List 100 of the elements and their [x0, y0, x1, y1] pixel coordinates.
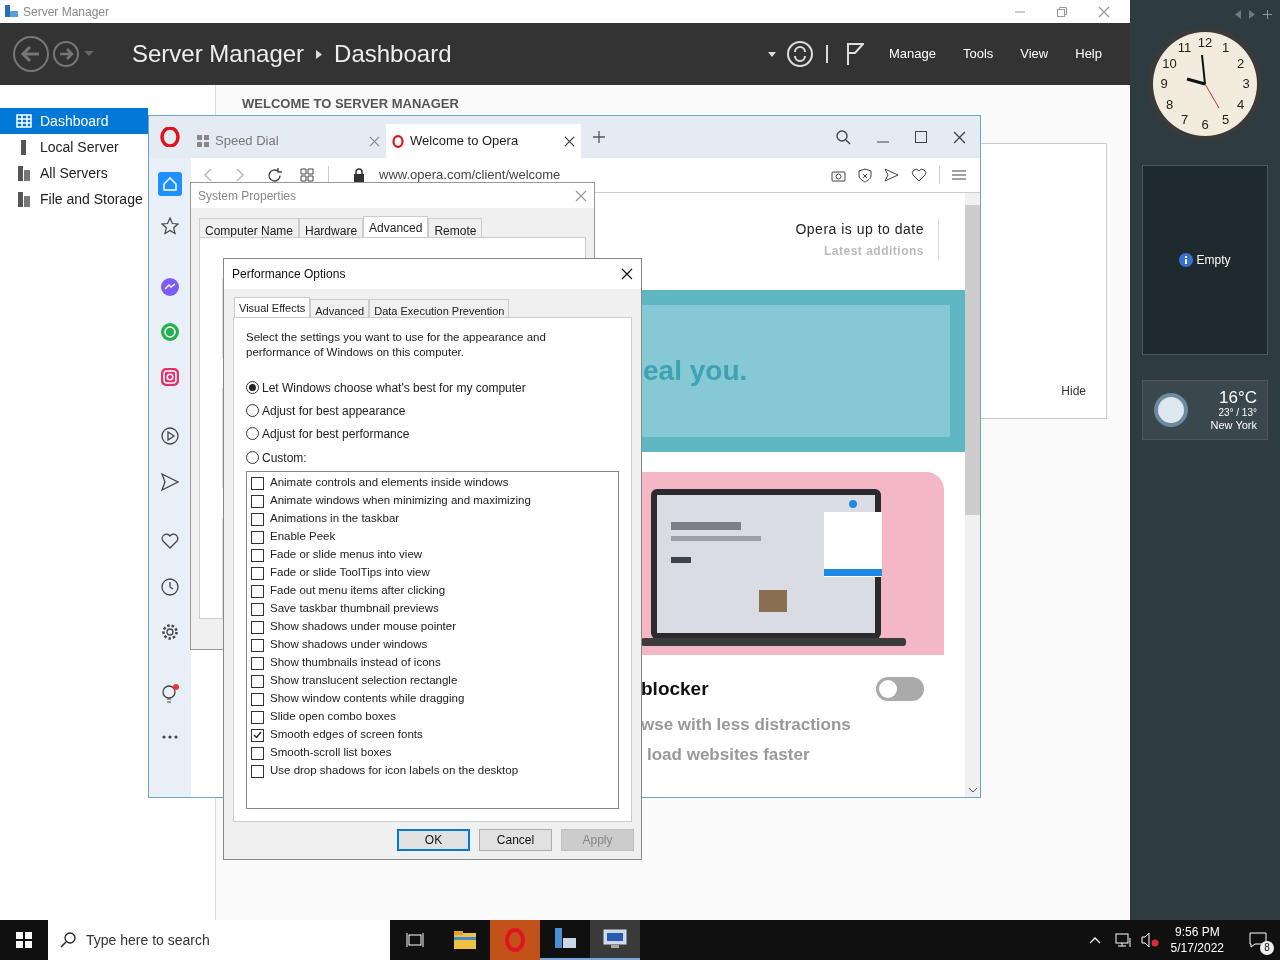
more-icon[interactable]: [162, 735, 178, 739]
home-button[interactable]: [158, 172, 182, 196]
effect-option[interactable]: Animate controls and elements inside windows: [251, 474, 618, 492]
checkbox[interactable]: [251, 764, 264, 778]
shield-icon[interactable]: [858, 167, 872, 183]
send-icon[interactable]: [884, 168, 899, 182]
radio-option[interactable]: Adjust for best performance: [246, 425, 619, 442]
close-icon[interactable]: [953, 130, 966, 144]
effect-option[interactable]: Show translucent selection rectangle: [251, 672, 618, 690]
dialog-button[interactable]: Cancel: [479, 829, 552, 851]
checkbox[interactable]: [251, 548, 264, 562]
sidebar-item[interactable]: File and Storage: [0, 186, 148, 212]
dialog-tab[interactable]: Visual Effects: [234, 297, 311, 318]
caret-icon[interactable]: [767, 51, 776, 57]
notifications-button[interactable]: 8: [1236, 920, 1280, 960]
checkbox[interactable]: [251, 494, 264, 508]
new-tab-icon[interactable]: [593, 131, 605, 143]
effect-option[interactable]: Fade out menu items after clicking: [251, 582, 618, 600]
menu-item[interactable]: Help: [1075, 44, 1102, 64]
radio-button[interactable]: [246, 381, 259, 394]
heart-icon[interactable]: [911, 168, 927, 182]
radio-option[interactable]: Custom:: [246, 449, 619, 466]
previous-icon[interactable]: [1235, 10, 1241, 19]
sidebar-item[interactable]: Local Server: [0, 134, 148, 160]
clock-time[interactable]: 9:56 PM: [1174, 924, 1220, 940]
checkbox[interactable]: [251, 584, 264, 598]
checkbox[interactable]: [251, 566, 264, 580]
folder-icon[interactable]: [454, 931, 476, 949]
refresh-icon[interactable]: [785, 40, 814, 68]
scrollbar[interactable]: [965, 193, 980, 797]
search-icon[interactable]: [836, 129, 851, 145]
effect-option[interactable]: Animations in the taskbar: [251, 510, 618, 528]
flag-icon[interactable]: [845, 42, 864, 66]
checkbox[interactable]: [251, 620, 264, 634]
menu-item[interactable]: Tools: [962, 44, 994, 64]
chevron-up-icon[interactable]: [1088, 936, 1101, 944]
close-icon[interactable]: [621, 268, 633, 280]
taskbar-remote-button[interactable]: [590, 920, 640, 960]
checkbox[interactable]: [251, 638, 264, 652]
hide-link[interactable]: Hide: [1061, 382, 1086, 400]
instagram-icon[interactable]: [160, 367, 180, 387]
server-manager-icon[interactable]: [553, 928, 577, 950]
settings-icon[interactable]: [161, 623, 179, 641]
dialog-tab[interactable]: Hardware: [299, 218, 364, 238]
checkbox[interactable]: [251, 674, 264, 688]
scroll-down-icon[interactable]: [968, 788, 977, 793]
camera-icon[interactable]: [831, 168, 846, 182]
clock-icon[interactable]: [161, 578, 179, 596]
effect-option[interactable]: Use drop shadows for icon labels on the desktop: [251, 762, 618, 780]
volume-muted-icon[interactable]: [1140, 932, 1159, 948]
add-icon[interactable]: [1263, 10, 1272, 19]
effect-option[interactable]: Show shadows under mouse pointer: [251, 618, 618, 636]
effect-option[interactable]: Show thumbnails instead of icons: [251, 654, 618, 672]
radio-option[interactable]: Let Windows choose what's best for my computer: [246, 379, 619, 396]
browser-tab[interactable]: Speed Dial: [191, 124, 386, 158]
restore-icon[interactable]: [1056, 5, 1068, 18]
sidebar-item[interactable]: All Servers: [0, 160, 148, 186]
checkbox[interactable]: [251, 512, 264, 526]
radio-button[interactable]: [246, 451, 259, 464]
maximize-icon[interactable]: [915, 131, 927, 143]
star-icon[interactable]: [161, 217, 179, 235]
close-icon[interactable]: [564, 135, 575, 147]
opera-logo-icon[interactable]: [160, 127, 180, 147]
browser-tab[interactable]: Welcome to Opera: [386, 124, 581, 158]
clock-date[interactable]: 5/17/2022: [1170, 940, 1224, 956]
back-icon[interactable]: [12, 35, 50, 73]
effect-option[interactable]: Smooth edges of screen fonts: [251, 726, 618, 744]
checkbox[interactable]: [251, 476, 264, 490]
checkbox[interactable]: [251, 602, 264, 616]
effect-option[interactable]: Fade or slide menus into view: [251, 546, 618, 564]
reload-icon[interactable]: [267, 167, 282, 183]
whatsapp-icon[interactable]: [160, 322, 180, 342]
effect-option[interactable]: Enable Peek: [251, 528, 618, 546]
dialog-tab[interactable]: Remote: [428, 218, 483, 238]
effect-option[interactable]: Save taskbar thumbnail previews: [251, 600, 618, 618]
windows-start-icon[interactable]: [16, 932, 32, 948]
effect-option[interactable]: Show shadows under windows: [251, 636, 618, 654]
messenger-icon[interactable]: [160, 277, 180, 297]
effect-option[interactable]: Slide open combo boxes: [251, 708, 618, 726]
heart-icon[interactable]: [161, 533, 179, 549]
checkbox[interactable]: [251, 656, 264, 670]
tabs-grid-icon[interactable]: [300, 168, 314, 182]
toggle-switch[interactable]: [876, 677, 924, 702]
dialog-tab[interactable]: Advanced: [363, 216, 429, 238]
checkbox[interactable]: [251, 710, 264, 724]
menu-item[interactable]: View: [1020, 44, 1049, 64]
radio-option[interactable]: Adjust for best appearance: [246, 402, 619, 419]
checkbox[interactable]: [251, 728, 264, 742]
lightbulb-icon[interactable]: [160, 683, 180, 705]
forward-icon[interactable]: [52, 40, 80, 68]
dialog-button[interactable]: OK: [397, 829, 470, 851]
network-icon[interactable]: [1114, 932, 1133, 948]
dialog-tab[interactable]: Computer Name: [199, 218, 300, 238]
task-view-icon[interactable]: [406, 932, 424, 948]
next-icon[interactable]: [1249, 10, 1255, 19]
checkbox[interactable]: [251, 530, 264, 544]
checkbox[interactable]: [251, 692, 264, 706]
search-field[interactable]: Type here to search: [48, 920, 390, 960]
effect-option[interactable]: Animate windows when minimizing and maximizing: [251, 492, 618, 510]
send-icon[interactable]: [161, 473, 179, 491]
